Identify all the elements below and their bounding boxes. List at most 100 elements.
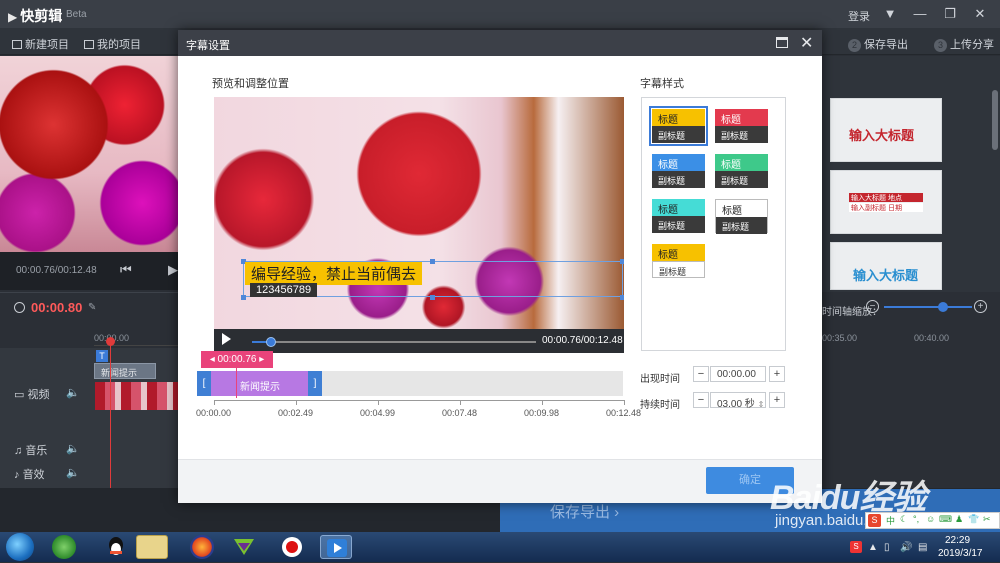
firefox-icon[interactable] xyxy=(190,535,214,559)
volume-icon[interactable]: 🔈 xyxy=(66,442,80,455)
close-icon[interactable]: ✕ xyxy=(800,33,813,53)
clip-right-handle[interactable]: ] xyxy=(308,371,322,396)
duration-value: 03.00 秒 xyxy=(717,399,755,410)
subtitle-style-option[interactable]: 标题 副标题 xyxy=(715,199,768,234)
resize-handle[interactable] xyxy=(620,259,624,264)
pencil-icon[interactable]: ✎ xyxy=(88,302,96,313)
style-heading: 字幕样式 xyxy=(640,78,684,90)
text-clip[interactable]: 新闻提示 xyxy=(94,363,156,379)
app-name: 快剪辑 xyxy=(20,8,63,24)
ime-user-icon[interactable]: ♟ xyxy=(955,514,963,525)
template-scrollbar[interactable] xyxy=(992,90,998,150)
zoom-in-button[interactable]: + xyxy=(974,300,987,313)
clip-left-handle[interactable]: [ xyxy=(197,371,211,396)
start-button-icon[interactable] xyxy=(6,533,34,561)
subtitle-style-option[interactable]: 标题 副标题 xyxy=(649,106,708,146)
seek-bar[interactable] xyxy=(252,341,536,343)
track-label-music: ♫ 音乐 xyxy=(14,442,47,458)
kuaijianji-taskbar-icon[interactable] xyxy=(320,535,352,559)
subtitle-main-text[interactable]: 编导经验，禁止当前偶去 xyxy=(245,262,423,285)
timeline-cursor-label[interactable]: ◂ 00:00.76 ▸ xyxy=(201,351,273,368)
play-icon[interactable]: ▶ xyxy=(168,262,178,278)
dialog-title: 字幕设置 xyxy=(186,40,230,52)
ime-emoji-icon[interactable]: ☺ xyxy=(926,514,935,524)
login-link[interactable]: 登录 xyxy=(848,8,870,24)
zoom-out-button[interactable]: − xyxy=(866,300,879,313)
record-icon[interactable] xyxy=(276,535,308,559)
new-project-button[interactable]: 新建项目 xyxy=(12,36,69,52)
ime-keyboard-icon[interactable]: ⌨ xyxy=(939,514,952,525)
duration-decrement[interactable]: − xyxy=(693,392,709,408)
playhead-handle[interactable] xyxy=(106,337,115,346)
style-subtitle-sample: 副标题 xyxy=(715,126,768,143)
zoom-slider[interactable] xyxy=(884,306,972,308)
taskbar-clock-date[interactable]: 2019/3/17 xyxy=(938,548,983,559)
timeline-tick xyxy=(378,400,379,405)
play-icon[interactable] xyxy=(222,333,231,345)
ime-skin-icon[interactable]: 👕 xyxy=(968,514,979,525)
dropdown-menu-icon[interactable]: ▼ xyxy=(879,4,901,24)
timeline-tick xyxy=(296,400,297,405)
qq-icon[interactable] xyxy=(100,535,132,559)
resize-handle[interactable] xyxy=(241,295,246,300)
duration-increment[interactable]: + xyxy=(769,392,785,408)
resize-handle[interactable] xyxy=(430,259,435,264)
style-title-sample: 标题 xyxy=(652,244,705,261)
timeline-cursor-line[interactable] xyxy=(236,364,237,398)
style-title-sample: 标题 xyxy=(715,109,768,126)
appear-time-field[interactable]: 00:00.00 xyxy=(710,366,766,382)
subtitle-style-option[interactable]: 标题 副标题 xyxy=(652,244,705,278)
tray-device-icon[interactable]: ▯ xyxy=(884,542,890,553)
subtitle-style-option[interactable]: 标题 副标题 xyxy=(715,109,768,143)
video-clip-thumbnails[interactable] xyxy=(95,382,178,410)
ime-punct-icon[interactable]: °, xyxy=(913,514,919,524)
subtitle-style-option[interactable]: 标题 副标题 xyxy=(652,199,705,233)
timeline-tick xyxy=(542,400,543,405)
close-app-button[interactable]: ✕ xyxy=(969,4,991,24)
title-template-card[interactable]: 输入大标题 xyxy=(830,98,942,162)
ruler-label: 00:35.00 xyxy=(822,333,858,343)
ime-chinese-icon[interactable]: 中 xyxy=(886,514,895,527)
subtitle-preview-video[interactable]: 编导经验，禁止当前偶去 123456789 00:00.76/00:12.48 xyxy=(214,97,624,353)
timeline-tick-label: 00:09.98 xyxy=(524,408,560,418)
restore-button[interactable]: ❐ xyxy=(939,4,961,24)
minimize-button[interactable]: — xyxy=(909,4,931,24)
media-app-icon[interactable] xyxy=(228,535,260,559)
subtitle-style-option[interactable]: 标题 副标题 xyxy=(652,154,705,188)
zoom-slider-knob[interactable] xyxy=(938,302,948,312)
title-template-card[interactable]: 输入大标题 xyxy=(830,242,942,290)
ime-moon-icon[interactable]: ☾ xyxy=(900,514,908,525)
subtitle-style-option[interactable]: 标题 副标题 xyxy=(715,154,768,188)
tray-network-icon[interactable]: ▤ xyxy=(918,542,927,553)
tray-arrow-icon[interactable]: ▲ xyxy=(868,542,878,553)
style-subtitle-sample: 副标题 xyxy=(715,171,768,188)
step-upload-share[interactable]: 3 上传分享 xyxy=(934,36,994,52)
sound-effect-icon: ♪ xyxy=(14,469,23,481)
timeline-playhead[interactable] xyxy=(110,340,111,488)
tray-ime-icon[interactable]: S xyxy=(850,541,862,553)
resize-handle[interactable] xyxy=(430,295,435,300)
volume-icon[interactable]: 🔈 xyxy=(66,386,80,399)
previous-frame-icon[interactable]: ⏮ xyxy=(120,262,132,278)
ime-settings-icon[interactable]: ✂ xyxy=(983,514,991,525)
maximize-icon[interactable] xyxy=(776,37,788,48)
subtitle-sub-text[interactable]: 123456789 xyxy=(250,283,318,297)
resize-handle[interactable] xyxy=(620,295,624,300)
volume-icon[interactable]: 🔈 xyxy=(66,466,80,479)
my-projects-button[interactable]: 我的项目 xyxy=(84,36,141,52)
timeline-tick-label: 00:12.48 xyxy=(606,408,642,418)
appear-time-decrement[interactable]: − xyxy=(693,366,709,382)
file-explorer-icon[interactable] xyxy=(136,535,168,559)
browser-360-icon[interactable] xyxy=(52,535,76,559)
title-template-card[interactable]: 输入大标题 地点 输入副标题 日期 xyxy=(830,170,942,234)
appear-time-increment[interactable]: + xyxy=(769,366,785,382)
duration-field[interactable]: 03.00 秒 ⇕ xyxy=(710,392,766,410)
sogou-ime-icon[interactable]: S xyxy=(868,514,881,527)
step-save-export[interactable]: 2 保存导出 xyxy=(848,36,908,52)
template-small-text: 输入大标题 xyxy=(851,195,886,202)
seek-knob[interactable] xyxy=(266,337,276,347)
duration-label: 持续时间 xyxy=(640,400,680,411)
track-label-sfx: ♪ 音效 xyxy=(14,466,45,482)
taskbar-clock-time[interactable]: 22:29 xyxy=(945,535,970,546)
tray-volume-icon[interactable]: 🔊 xyxy=(900,542,912,553)
